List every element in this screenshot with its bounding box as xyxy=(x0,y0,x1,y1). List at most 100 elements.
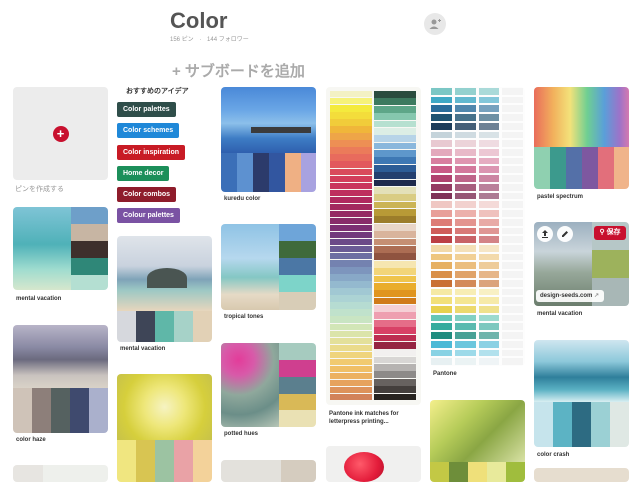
pin-label[interactable]: mental vacation xyxy=(120,346,165,352)
swatch-cell xyxy=(478,314,500,322)
idea-color-combos[interactable]: Color combos xyxy=(117,187,177,202)
pin-image[interactable] xyxy=(430,87,525,366)
pin-image[interactable] xyxy=(534,468,629,482)
pin-image[interactable] xyxy=(117,374,212,482)
swatch-cell xyxy=(454,218,476,226)
swatch-cell xyxy=(502,349,523,357)
swatch-cell xyxy=(431,279,452,287)
swatch-cell xyxy=(478,210,500,217)
pin-icon: ⚲ xyxy=(599,229,605,236)
swatch-cell xyxy=(431,201,452,209)
swatch-cell xyxy=(478,183,500,191)
pin-label[interactable]: Pantone ink matches for letterpress prin… xyxy=(329,410,419,426)
swatch-cell xyxy=(454,175,476,182)
swatch-strip xyxy=(374,223,416,231)
swatch-strip xyxy=(330,344,372,352)
pin-label[interactable]: Pantone xyxy=(433,371,457,377)
pin-label[interactable]: tropical tones xyxy=(224,314,263,320)
swatch-cell xyxy=(454,183,476,191)
pin-label[interactable]: mental vacation xyxy=(537,311,582,317)
pin-label[interactable]: mental vacation xyxy=(16,296,61,302)
swatch-strip xyxy=(330,182,372,190)
swatch-cell xyxy=(454,271,476,278)
pin-image[interactable] xyxy=(326,446,421,482)
swatch-cell xyxy=(478,297,500,304)
swatch-cell xyxy=(431,358,452,365)
pin-image[interactable] xyxy=(534,87,629,189)
swatch-cell xyxy=(454,288,476,296)
pin-image[interactable] xyxy=(430,400,525,482)
swatch-cell xyxy=(502,131,523,139)
idea-home-decor[interactable]: Home decor xyxy=(117,166,170,181)
swatch-cell xyxy=(431,140,452,148)
pin-label[interactable]: potted hues xyxy=(224,431,258,437)
idea-colour-palettes[interactable]: Colour palettes xyxy=(117,208,180,223)
swatch-cell xyxy=(502,210,523,217)
save-button[interactable]: ⚲ 保存 xyxy=(594,226,626,240)
pin-label[interactable]: kuredu color xyxy=(224,196,260,202)
swatch-cell xyxy=(478,305,500,313)
swatch-cell xyxy=(454,305,476,313)
pin-image[interactable] xyxy=(221,87,316,192)
swatch-cell xyxy=(478,340,500,348)
swatch-strip xyxy=(330,372,372,380)
followers-count[interactable]: 144 フォロワー xyxy=(207,37,249,43)
swatch-cell xyxy=(431,96,452,104)
edit-button[interactable] xyxy=(557,226,573,242)
swatch-cell xyxy=(502,175,523,182)
swatch-cell xyxy=(431,323,452,331)
swatch-strip xyxy=(374,378,416,386)
swatch-strip xyxy=(374,349,416,357)
idea-color-palettes[interactable]: Color palettes xyxy=(117,102,176,117)
swatch-strip xyxy=(330,196,372,204)
swatch-cell xyxy=(502,305,523,313)
swatch-strip xyxy=(330,210,372,218)
swatch-strip xyxy=(374,305,416,312)
pin-image[interactable] xyxy=(221,460,316,482)
pencil-icon xyxy=(562,231,568,237)
swatch-strip xyxy=(374,142,416,150)
swatch-cell xyxy=(431,253,452,261)
swatch-cell xyxy=(431,105,452,113)
pin-image[interactable] xyxy=(221,224,316,310)
pin-image[interactable] xyxy=(534,340,629,447)
swatch-cell xyxy=(454,88,476,95)
swatch-strip xyxy=(330,386,372,394)
pin-label[interactable]: color crash xyxy=(537,452,569,458)
swatch-strip xyxy=(330,323,372,330)
pin-image[interactable] xyxy=(117,236,212,342)
idea-color-inspiration[interactable]: Color inspiration xyxy=(117,145,185,160)
swatch-cell xyxy=(454,358,476,365)
share-button[interactable] xyxy=(537,226,553,242)
source-link[interactable]: design-seeds.com ↗ xyxy=(536,290,604,302)
swatch-cell xyxy=(454,314,476,322)
pin-image[interactable] xyxy=(13,465,108,482)
swatch-strip xyxy=(330,217,372,225)
add-section-button[interactable]: + サブボードを追加 xyxy=(172,60,305,81)
pin-image[interactable] xyxy=(326,87,421,405)
pin-image[interactable] xyxy=(13,325,108,433)
swatch-cell xyxy=(502,122,523,130)
pin-label[interactable]: color haze xyxy=(16,437,46,443)
swatch-cell xyxy=(431,340,452,348)
swatch-strip xyxy=(330,358,372,366)
pin-image[interactable] xyxy=(221,343,316,427)
swatch-strip xyxy=(330,337,372,345)
pin-image[interactable] xyxy=(13,207,108,290)
swatch-strip xyxy=(330,267,372,274)
swatch-strip xyxy=(330,302,372,309)
pins-count[interactable]: 156 ピン xyxy=(170,37,194,43)
swatch-cell xyxy=(454,244,476,252)
swatch-strip xyxy=(330,246,372,253)
swatch-cell xyxy=(502,253,523,261)
create-pin-tile[interactable]: + xyxy=(13,87,108,180)
swatch-cell xyxy=(502,323,523,331)
swatch-strip xyxy=(374,238,416,246)
swatch-cell xyxy=(478,175,500,182)
add-collaborator-button[interactable] xyxy=(424,13,446,35)
idea-color-schemes[interactable]: Color schemes xyxy=(117,123,180,138)
swatch-cell xyxy=(502,244,523,252)
swatch-cell xyxy=(454,262,476,270)
swatch-strip xyxy=(374,334,416,342)
pin-label[interactable]: pastel spectrum xyxy=(537,194,583,200)
